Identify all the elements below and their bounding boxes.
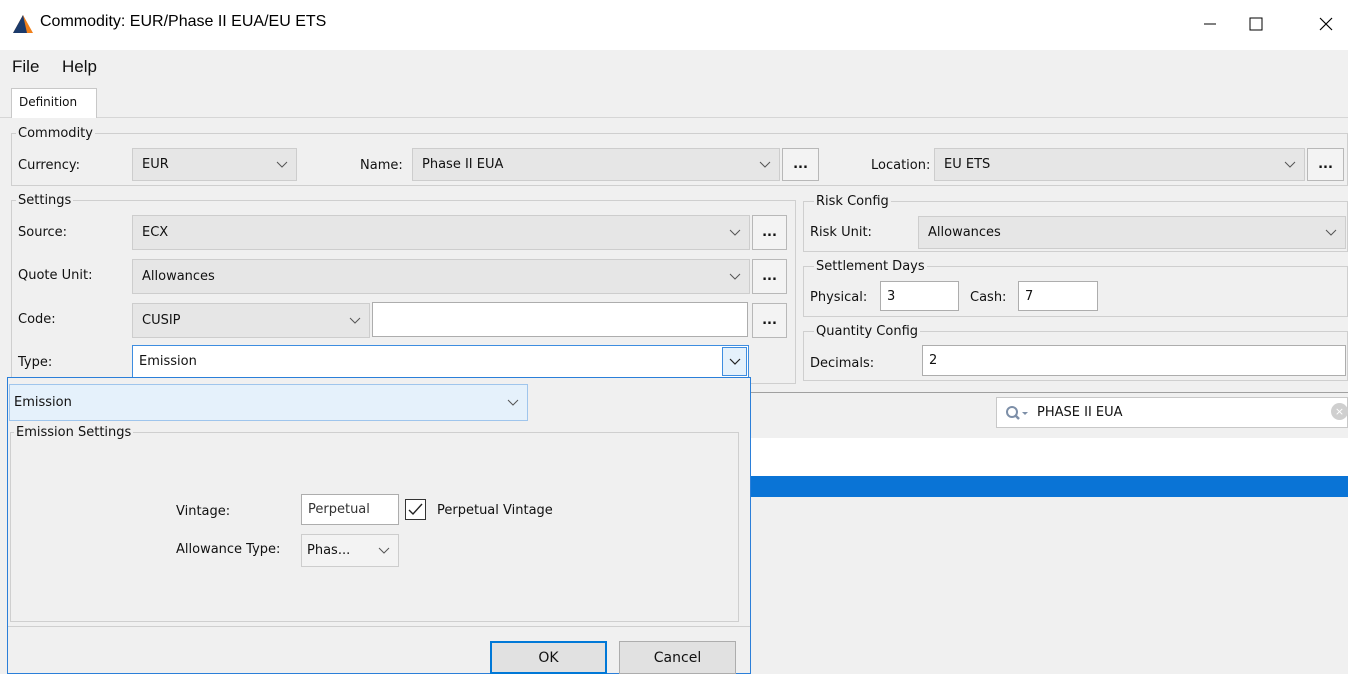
vintage-input[interactable]: Perpetual	[301, 494, 399, 525]
popup-type-select[interactable]: Emission	[9, 384, 528, 421]
code-input[interactable]	[372, 302, 748, 337]
quantity-config-group-label: Quantity Config	[814, 324, 921, 339]
cancel-button[interactable]: Cancel	[619, 641, 736, 674]
table-row-selected[interactable]	[751, 476, 1348, 497]
allowance-type-select[interactable]: Phas...	[301, 534, 399, 567]
ok-button[interactable]: OK	[490, 641, 607, 674]
physical-input[interactable]: 3	[880, 281, 959, 311]
search-icon	[1006, 405, 1028, 420]
code-select[interactable]: CUSIP	[132, 303, 370, 338]
currency-select[interactable]: EUR	[132, 148, 297, 181]
grid-header-row	[751, 438, 1348, 476]
name-label: Name:	[360, 158, 403, 173]
chevron-down-icon	[1325, 229, 1337, 236]
popup-divider	[8, 626, 750, 627]
code-label: Code:	[18, 312, 56, 327]
clear-search-icon[interactable]: ×	[1331, 403, 1348, 420]
quote-unit-browse-button[interactable]: ...	[752, 259, 787, 294]
popup-type-value: Emission	[14, 395, 72, 410]
search-box[interactable]: PHASE II EUA	[996, 397, 1348, 428]
perpetual-vintage-checkbox[interactable]	[405, 499, 426, 520]
location-value: EU ETS	[944, 157, 991, 172]
chevron-down-icon	[729, 229, 741, 236]
location-browse-button[interactable]: ...	[1307, 148, 1344, 181]
perpetual-vintage-label: Perpetual Vintage	[437, 503, 553, 518]
grid-body	[751, 497, 1348, 674]
window-title: Commodity: EUR/Phase II EUA/EU ETS	[40, 13, 327, 30]
menu-help[interactable]: Help	[62, 57, 97, 77]
type-value: Emission	[139, 354, 197, 369]
risk-unit-select[interactable]: Allowances	[918, 216, 1346, 249]
location-select[interactable]: EU ETS	[934, 148, 1305, 181]
minimize-icon	[1204, 23, 1216, 25]
chevron-down-icon	[378, 547, 390, 554]
cash-input[interactable]: 7	[1018, 281, 1098, 311]
settlement-days-group-label: Settlement Days	[814, 259, 927, 274]
code-browse-button[interactable]: ...	[752, 303, 787, 338]
source-select[interactable]: ECX	[132, 215, 750, 250]
name-select[interactable]: Phase II EUA	[412, 148, 780, 181]
name-browse-button[interactable]: ...	[782, 148, 819, 181]
risk-unit-value: Allowances	[928, 225, 1001, 240]
commodity-group-label: Commodity	[16, 126, 95, 141]
grid-divider	[751, 392, 1348, 393]
allowance-type-value: Phas...	[307, 543, 351, 558]
tab-strip	[0, 84, 1348, 118]
vintage-label: Vintage:	[176, 504, 231, 519]
settings-group-label: Settings	[16, 193, 74, 208]
currency-value: EUR	[142, 157, 169, 172]
maximize-button[interactable]	[1234, 8, 1278, 40]
name-value: Phase II EUA	[422, 157, 504, 172]
chevron-down-icon	[759, 161, 771, 168]
quote-unit-label: Quote Unit:	[18, 268, 93, 283]
menu-bar	[0, 50, 1348, 84]
chevron-down-icon	[1284, 161, 1296, 168]
close-button[interactable]	[1304, 8, 1348, 40]
emission-settings-group	[10, 432, 739, 622]
chevron-down-icon	[729, 273, 741, 280]
chevron-down-icon	[276, 161, 288, 168]
check-icon	[408, 503, 423, 516]
menu-file[interactable]: File	[12, 57, 39, 77]
chevron-down-icon	[729, 358, 740, 365]
emission-settings-group-label: Emission Settings	[14, 425, 134, 440]
risk-config-group-label: Risk Config	[814, 194, 891, 209]
decimals-label: Decimals:	[810, 356, 875, 371]
cash-label: Cash:	[970, 290, 1007, 305]
allowance-type-label: Allowance Type:	[176, 542, 281, 557]
type-dropdown-toggle[interactable]	[722, 347, 747, 376]
quote-unit-value: Allowances	[142, 269, 215, 284]
chevron-down-icon	[349, 317, 361, 324]
currency-label: Currency:	[18, 158, 81, 173]
physical-label: Physical:	[810, 290, 868, 305]
source-label: Source:	[18, 225, 68, 240]
code-value: CUSIP	[142, 313, 181, 328]
type-select[interactable]: Emission	[132, 345, 749, 378]
close-icon	[1319, 17, 1333, 31]
risk-unit-label: Risk Unit:	[810, 225, 872, 240]
quote-unit-select[interactable]: Allowances	[132, 259, 750, 294]
app-logo-icon	[13, 15, 33, 33]
maximize-icon	[1249, 17, 1263, 31]
chevron-down-icon	[507, 399, 519, 406]
search-input[interactable]: PHASE II EUA	[1037, 405, 1123, 420]
decimals-input[interactable]: 2	[922, 345, 1346, 376]
location-label: Location:	[871, 158, 931, 173]
tab-definition[interactable]: Definition	[11, 88, 97, 119]
minimize-button[interactable]	[1188, 8, 1232, 40]
type-label: Type:	[18, 355, 53, 370]
source-value: ECX	[142, 225, 169, 240]
source-browse-button[interactable]: ...	[752, 215, 787, 250]
